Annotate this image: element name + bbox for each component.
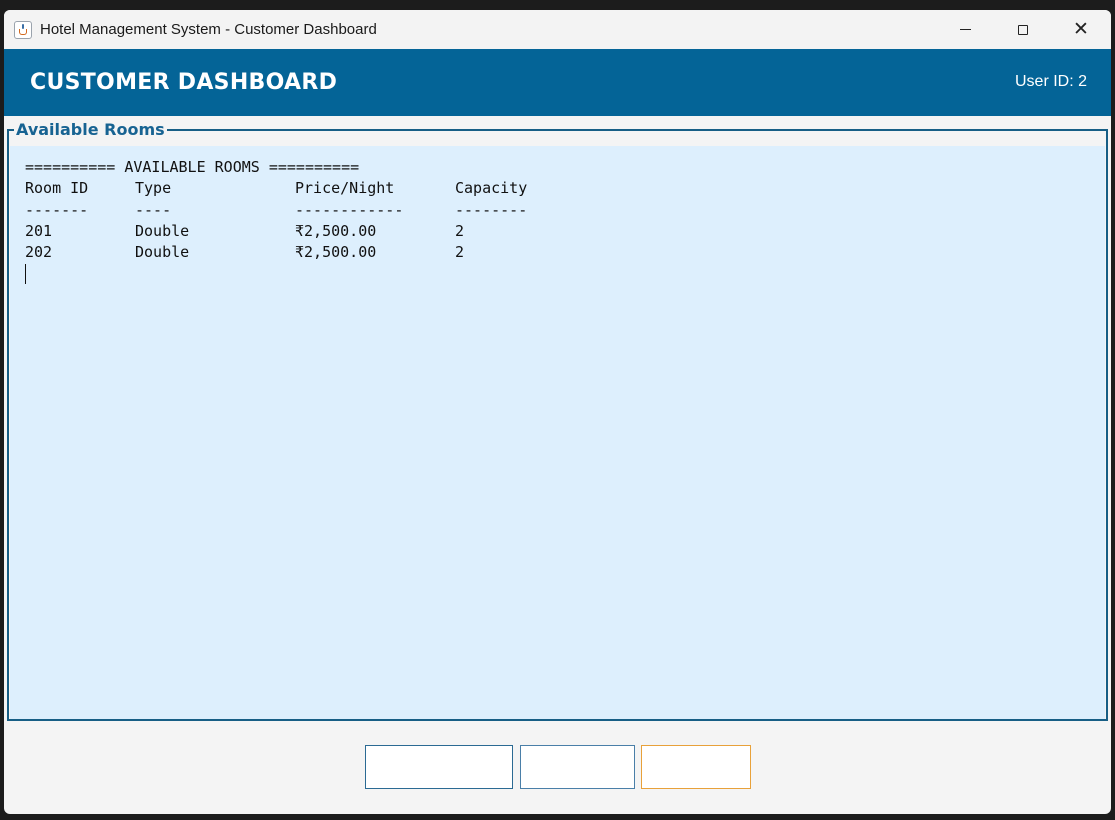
room-price: ₹2,500.00 xyxy=(295,243,377,262)
room-capacity: 2 xyxy=(455,243,465,262)
room-price: ₹2,500.00 xyxy=(295,221,377,240)
column-header-type: Type xyxy=(135,179,172,198)
app-window: Hotel Management System - Customer Dashb… xyxy=(4,10,1111,814)
room-type: Double xyxy=(135,243,190,262)
header-row: Room ID Type Price/Night Capacity xyxy=(25,178,1105,199)
table-row: 201 Double ₹2,500.00 2 xyxy=(25,221,1105,242)
maximize-button[interactable] xyxy=(994,10,1052,49)
room-id: 201 xyxy=(25,221,53,240)
action-button-2[interactable] xyxy=(520,745,635,789)
table-row: 202 Double ₹2,500.00 2 xyxy=(25,242,1105,263)
close-icon: ✕ xyxy=(1073,18,1089,40)
separator: -------- xyxy=(455,200,528,219)
column-header-capacity: Capacity xyxy=(455,179,528,198)
window-title: Hotel Management System - Customer Dashb… xyxy=(40,21,377,38)
rooms-text-area[interactable]: ========== AVAILABLE ROOMS ========== Ro… xyxy=(10,146,1105,719)
separator-row: ------- ---- ------------ -------- xyxy=(25,200,1105,221)
separator: ------- xyxy=(25,200,89,219)
dashboard-header: CUSTOMER DASHBOARD User ID: 2 xyxy=(4,49,1111,116)
column-header-room-id: Room ID xyxy=(25,179,89,198)
page-title: CUSTOMER DASHBOARD xyxy=(30,70,338,95)
maximize-icon xyxy=(1018,24,1028,35)
minimize-icon xyxy=(959,29,971,30)
separator: ---- xyxy=(135,200,172,219)
text-caret xyxy=(25,264,26,285)
banner-line: ========== AVAILABLE ROOMS ========== xyxy=(25,158,360,176)
close-button[interactable]: ✕ xyxy=(1052,10,1110,49)
room-id: 202 xyxy=(25,243,53,262)
action-button-3[interactable] xyxy=(641,745,751,789)
minimize-button[interactable] xyxy=(936,10,994,49)
room-type: Double xyxy=(135,221,190,240)
user-id-label: User ID: 2 xyxy=(1014,73,1087,90)
java-app-icon xyxy=(14,21,32,39)
action-button-1[interactable] xyxy=(365,745,513,789)
room-capacity: 2 xyxy=(455,221,465,240)
title-bar: Hotel Management System - Customer Dashb… xyxy=(4,10,1111,49)
panel-title: Available Rooms xyxy=(14,120,167,139)
separator: ------------ xyxy=(295,200,404,219)
column-header-price: Price/Night xyxy=(295,179,395,198)
